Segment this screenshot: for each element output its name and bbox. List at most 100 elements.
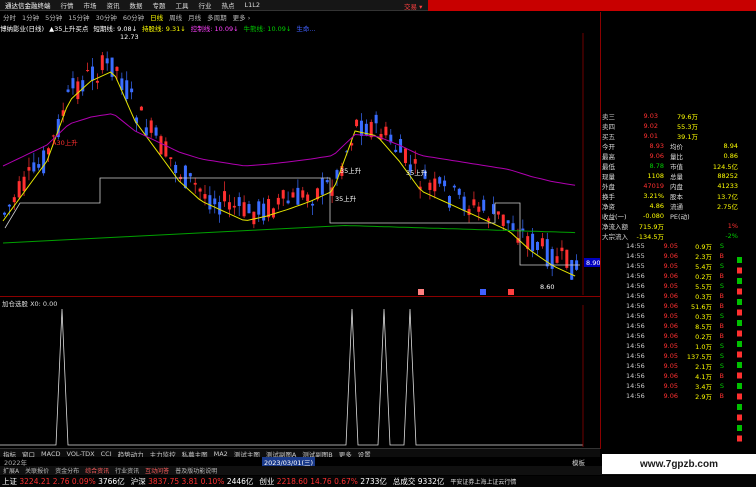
tick-row[interactable]: 14:56 9.06 8.5万 B [602,321,756,331]
tick-row[interactable]: 14:56 9.05 3.4万 S [602,381,756,391]
candle-body [457,188,461,195]
event-marker[interactable] [508,289,514,295]
period-tab[interactable]: 15分钟 [65,12,92,22]
tick-side: B [719,302,724,310]
date-axis: 2022年 2023/03/01(三) 模板 [0,457,600,467]
index-name[interactable]: 沪深 [131,477,146,486]
tick-row[interactable]: 14:56 9.05 5.5万 S [602,281,756,291]
candle-body [570,260,574,280]
menu-item[interactable]: 数据 [125,0,148,10]
candle-body [506,220,510,224]
period-tab-active[interactable]: 日线 [147,12,166,22]
link-item[interactable]: 互动问答 [142,466,172,475]
stat-label: 现量 [602,173,615,181]
index-name[interactable]: 创业 [259,477,274,486]
stat-value: 41233 [717,182,738,190]
stat-value: 1108 [647,172,664,180]
tick-row[interactable]: 14:55 9.05 5.4万 S [602,261,756,271]
candle-body [452,185,456,188]
candle-body [384,126,388,136]
index-name[interactable]: 上证 [2,477,17,486]
candlestick-chart[interactable]: 11.5011.2511.0010.7510.5010.2510.009.759… [0,33,600,295]
menu-item[interactable]: L1L2 [240,1,266,9]
candle-body [311,203,315,206]
side-marker [737,425,742,431]
order-row[interactable]: 卖四 9.02 55.3万 [602,121,756,131]
candle-body [359,120,363,136]
period-tab[interactable]: 5分钟 [42,12,65,22]
stat-value: 4.86 [649,202,664,210]
period-tab[interactable]: 1分钟 [19,12,42,22]
side-marker [737,404,742,410]
menu-item[interactable]: 资讯 [102,0,125,10]
tick-side: S [719,362,724,370]
order-label: 卖三 [602,113,615,121]
candle-body [540,238,544,247]
tick-volume: 0.3万 [695,293,712,301]
index-change: 3.81 [181,477,199,486]
order-row[interactable]: 买五 9.01 39.1万 [602,131,756,141]
period-tab[interactable]: 月线 [185,12,204,22]
candle-body [66,89,70,92]
tick-time: 14:56 [626,322,645,330]
event-marker[interactable] [418,289,424,295]
candle-body [325,180,329,183]
menu-item[interactable]: 行业 [194,0,217,10]
index-value: 3224.21 [19,477,51,486]
order-row[interactable]: 卖三 9.03 79.6万 [602,111,756,121]
trade-button[interactable]: 交易 ▾ [404,1,422,11]
period-tab[interactable]: 多周期 [204,12,230,22]
index-name[interactable]: 总成交 [393,477,416,486]
order-volume: 79.6万 [677,113,698,121]
candle-body [281,190,285,199]
link-item[interactable]: 关联报价 [22,466,52,475]
tick-row[interactable]: 14:56 9.06 0.3万 B [602,291,756,301]
index-change: 14.76 [310,477,332,486]
tick-side: B [719,272,724,280]
tick-volume: 137.5万 [686,353,712,361]
period-tab[interactable]: 更多 › [230,12,254,22]
tick-row[interactable]: 14:56 9.06 0.2万 B [602,271,756,281]
period-tab[interactable]: 60分钟 [120,12,147,22]
period-tab[interactable]: 30分钟 [93,12,120,22]
candle-body [218,202,222,215]
tick-row[interactable]: 14:56 9.06 2.9万 B [602,391,756,401]
link-item[interactable]: 行业资讯 [112,466,142,475]
side-marker [737,330,742,337]
tick-time: 14:55 [626,242,645,250]
event-marker[interactable] [480,289,486,295]
link-item[interactable]: 普及版功能说明 [172,466,220,475]
tick-row[interactable]: 14:56 9.05 1.0万 S [602,341,756,351]
candle-body [71,78,75,89]
tick-row[interactable]: 14:55 9.06 2.3万 B [602,251,756,261]
link-item[interactable]: 综合资讯 [82,466,112,475]
menu-item[interactable]: 行情 [56,0,79,10]
tick-list[interactable]: 14:55 9.05 0.9万 S 14:55 9.06 2.3万 B 14:55 9.05 5.4… [602,241,756,401]
tick-row[interactable]: 14:56 9.06 0.2万 B [602,331,756,341]
tick-row[interactable]: 14:56 9.05 0.3万 S [602,311,756,321]
side-marker [737,393,742,400]
period-tab[interactable]: 周线 [166,12,185,22]
tick-row[interactable]: 14:56 9.05 2.1万 S [602,361,756,371]
link-item[interactable]: 扩展A [0,466,22,475]
period-tab[interactable]: 分时 [0,12,19,22]
ma-life-label: 生命... [296,25,316,33]
tick-row[interactable]: 14:56 9.06 4.1万 B [602,371,756,381]
tick-row[interactable]: 14:55 9.05 0.9万 S [602,241,756,251]
indicator-chart[interactable]: 1.000.900.800.700.600.500.400.300.200.10… [0,305,600,447]
tick-row[interactable]: 14:56 9.05 137.5万 S [602,351,756,361]
menu-item[interactable]: 市场 [79,0,102,10]
tick-volume: 3.4万 [695,383,712,391]
side-marker [737,341,742,347]
tick-side: S [719,282,724,290]
menu-item[interactable]: 热点 [217,0,240,10]
link-item[interactable]: 资金分布 [52,466,82,475]
tick-price: 9.06 [663,372,678,380]
menu-item[interactable]: 工具 [171,0,194,10]
tick-price: 9.05 [663,342,678,350]
menu-item[interactable]: 专题 [148,0,171,10]
tick-row[interactable]: 14:56 9.06 51.6万 B [602,301,756,311]
tick-time: 14:56 [626,382,645,390]
ma-control-label: 控制线: 10.09↓ [190,25,239,33]
tick-time: 14:56 [626,332,645,340]
